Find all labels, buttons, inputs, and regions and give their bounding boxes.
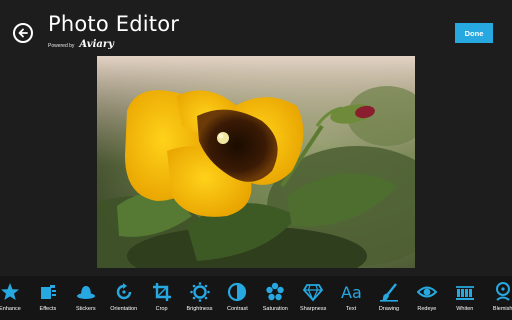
svg-text:Aa: Aa <box>341 283 361 302</box>
photo-canvas[interactable] <box>97 56 415 268</box>
page-title: Photo Editor <box>48 12 180 36</box>
rotate-icon <box>114 282 134 302</box>
powered-by: Powered by Aviary <box>48 39 114 50</box>
crop-icon <box>152 282 172 302</box>
tool-saturation[interactable]: Saturation <box>256 276 294 320</box>
tool-label: Whiten <box>456 306 474 312</box>
hat-icon <box>76 282 96 302</box>
contrast-icon <box>227 282 247 302</box>
tool-label: Saturation <box>262 306 288 312</box>
tool-contrast[interactable]: Contrast <box>218 276 256 320</box>
blemish-icon <box>493 282 512 302</box>
saturation-icon <box>265 282 285 302</box>
tool-crop[interactable]: Crop <box>143 276 181 320</box>
brush-icon <box>379 282 399 302</box>
tool-label: Brightness <box>186 306 213 312</box>
tool-label: Drawing <box>378 306 400 312</box>
tool-label: Crop <box>155 306 168 312</box>
tool-label: Blemish <box>492 306 512 312</box>
tool-label: Enhance <box>0 306 21 312</box>
tool-label: Contrast <box>226 306 248 312</box>
tool-label: Effects <box>39 306 57 312</box>
star-icon <box>0 282 20 302</box>
tool-label: Text <box>346 306 357 312</box>
photo-image <box>97 56 415 268</box>
teeth-icon <box>455 282 475 302</box>
tool-blemish[interactable]: Blemish <box>484 276 512 320</box>
text-icon: Aa <box>341 282 361 302</box>
sun-icon <box>189 282 210 302</box>
back-button[interactable] <box>13 23 33 43</box>
diamond-icon <box>303 282 324 302</box>
eye-icon <box>416 282 437 302</box>
tool-stickers[interactable]: Stickers <box>67 276 105 320</box>
tool-label: Orientation <box>110 306 138 312</box>
done-button[interactable]: Done <box>455 23 493 43</box>
tool-bar: Enhance Effects Stickers Orientation Crop Bri… <box>0 276 512 320</box>
tool-text[interactable]: Aa Text <box>332 276 370 320</box>
aviary-logo: Aviary <box>79 39 114 50</box>
tool-orientation[interactable]: Orientation <box>105 276 143 320</box>
tool-redeye[interactable]: Redeye <box>408 276 446 320</box>
tool-label: Sharpness <box>300 306 327 312</box>
powered-by-label: Powered by <box>48 43 75 49</box>
tool-sharpness[interactable]: Sharpness <box>294 276 332 320</box>
tool-drawing[interactable]: Drawing <box>370 276 408 320</box>
tool-label: Redeye <box>417 306 437 312</box>
effects-icon <box>38 282 58 302</box>
tool-brightness[interactable]: Brightness <box>181 276 219 320</box>
tool-whiten[interactable]: Whiten <box>446 276 484 320</box>
tool-label: Stickers <box>76 306 96 312</box>
tool-effects[interactable]: Effects <box>29 276 67 320</box>
back-arrow-icon <box>18 28 28 38</box>
tool-enhance[interactable]: Enhance <box>0 276 29 320</box>
